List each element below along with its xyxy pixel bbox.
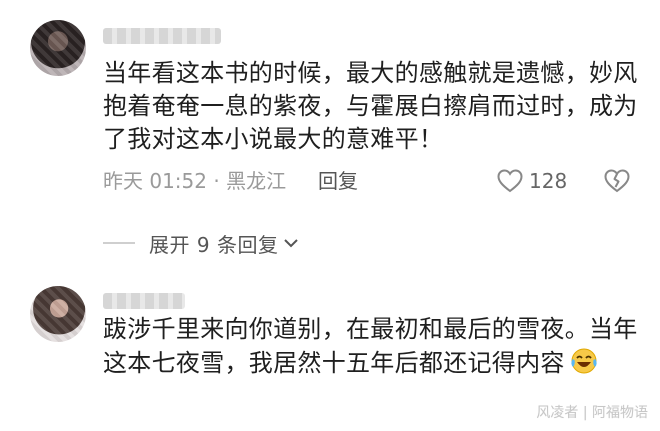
like-count: 128 — [529, 169, 568, 193]
reply-button[interactable]: 回复 — [318, 166, 358, 196]
broken-heart-icon — [604, 169, 630, 193]
laughing-tears-emoji-icon — [571, 348, 597, 374]
expand-replies-button[interactable]: 展开 9 条回复 — [103, 228, 300, 258]
username-blurred[interactable] — [103, 293, 185, 309]
comment-text: 跋涉千里来向你道别，在最初和最后的雪夜。当年这本七夜雪，我居然十五年后都还记得内… — [103, 313, 643, 380]
meta-separator: · — [207, 169, 227, 193]
expand-divider — [103, 242, 135, 244]
watermark: 风凌者 | 阿福物语 — [536, 405, 648, 421]
avatar[interactable] — [30, 286, 86, 342]
heart-outline-icon — [497, 169, 523, 193]
dislike-button[interactable] — [604, 168, 630, 194]
like-button[interactable]: 128 — [497, 166, 567, 196]
comment-text-body: 跋涉千里来向你道别，在最初和最后的雪夜。当年这本七夜雪，我居然十五年后都还记得内… — [103, 315, 638, 377]
comment-text: 当年看这本书的时候，最大的感触就是遗憾，妙风抱着奄奄一息的紫夜，与霍展白擦肩而过… — [103, 59, 638, 153]
expand-replies-label: 展开 9 条回复 — [149, 232, 279, 257]
avatar[interactable] — [30, 20, 86, 76]
comment-location: 黑龙江 — [226, 169, 287, 193]
username-blurred[interactable] — [103, 28, 221, 44]
comment-meta: 昨天 01:52 · 黑龙江 — [103, 166, 286, 196]
chevron-down-icon — [284, 239, 299, 248]
comment-time: 昨天 01:52 — [103, 169, 207, 193]
